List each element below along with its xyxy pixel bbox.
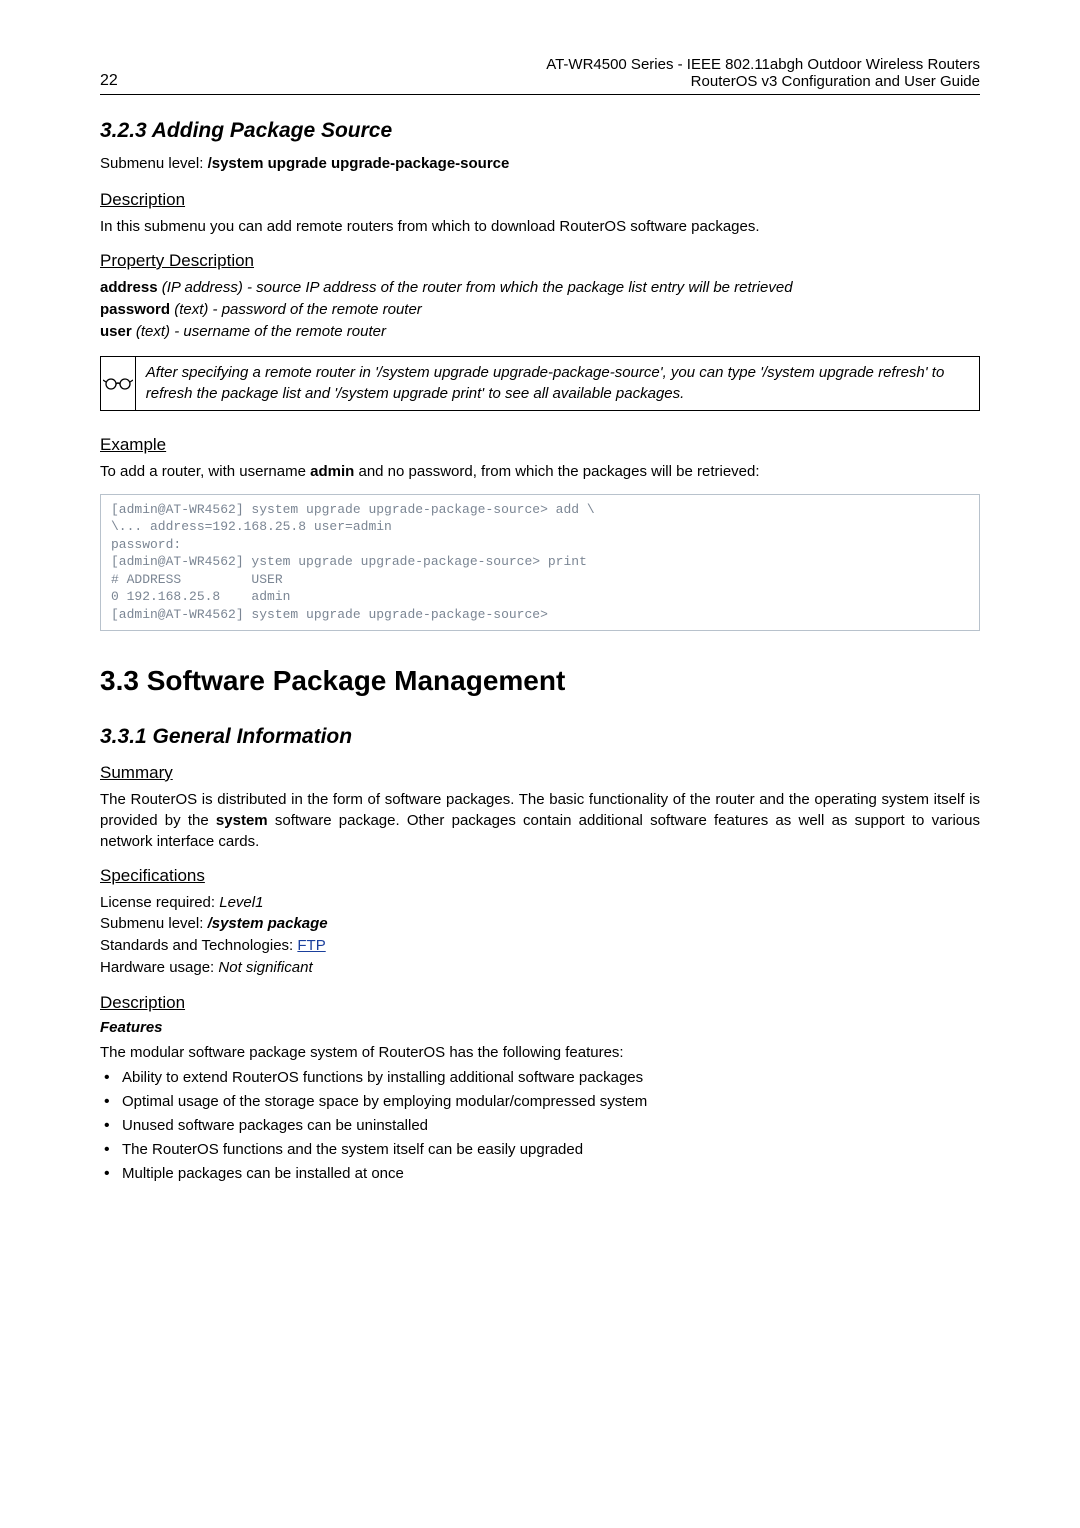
prop-user: user (text) - username of the remote rou… <box>100 321 980 343</box>
prop-user-name: user <box>100 323 132 340</box>
example-text-post: and no password, from which the packages… <box>354 463 759 480</box>
submenu-label: Submenu level: <box>100 155 208 172</box>
doc-title-1: AT-WR4500 Series - IEEE 802.11abgh Outdo… <box>546 56 980 73</box>
summary-bold: system <box>216 812 268 829</box>
page-number: 22 <box>100 72 118 90</box>
description-heading-323: Description <box>100 190 980 210</box>
spec-license: License required: Level1 <box>100 892 980 914</box>
prop-address-desc: (IP address) - source IP address of the … <box>158 279 793 296</box>
prop-address: address (IP address) - source IP address… <box>100 277 980 299</box>
example-heading: Example <box>100 435 980 455</box>
summary-text: The RouterOS is distributed in the form … <box>100 789 980 852</box>
spec-hardware-label: Hardware usage: <box>100 959 218 976</box>
spec-standards-label: Standards and Technologies: <box>100 937 297 954</box>
list-item: Multiple packages can be installed at on… <box>122 1165 980 1182</box>
glasses-icon <box>101 357 136 410</box>
spec-license-label: License required: <box>100 894 219 911</box>
ftp-link[interactable]: FTP <box>297 937 325 954</box>
summary-heading: Summary <box>100 763 980 783</box>
spec-submenu: Submenu level: /system package <box>100 913 980 935</box>
features-intro: The modular software package system of R… <box>100 1042 980 1063</box>
doc-title-2: RouterOS v3 Configuration and User Guide <box>546 73 980 90</box>
prop-password-desc: (text) - password of the remote router <box>170 301 422 318</box>
description-text-323: In this submenu you can add remote route… <box>100 216 980 237</box>
spec-license-value: Level1 <box>219 894 263 911</box>
section-heading-323: 3.2.3 Adding Package Source <box>100 119 980 143</box>
submenu-value: /system upgrade upgrade-package-source <box>208 155 510 172</box>
example-text-pre: To add a router, with username <box>100 463 310 480</box>
description-heading-331: Description <box>100 993 980 1013</box>
spec-hardware: Hardware usage: Not significant <box>100 957 980 979</box>
prop-password-name: password <box>100 301 170 318</box>
spec-submenu-value: /system package <box>208 915 328 932</box>
spec-submenu-label: Submenu level: <box>100 915 208 932</box>
code-block: [admin@AT-WR4562] system upgrade upgrade… <box>100 494 980 631</box>
list-item: Unused software packages can be uninstal… <box>122 1117 980 1134</box>
section-heading-33: 3.3 Software Package Management <box>100 665 980 697</box>
section-heading-331: 3.3.1 General Information <box>100 725 980 749</box>
list-item: Ability to extend RouterOS functions by … <box>122 1069 980 1086</box>
example-text-bold: admin <box>310 463 354 480</box>
spec-hardware-value: Not significant <box>218 959 312 976</box>
tip-text: After specifying a remote router in '/sy… <box>136 357 979 410</box>
page-header: 22 AT-WR4500 Series - IEEE 802.11abgh Ou… <box>100 56 980 95</box>
prop-user-desc: (text) - username of the remote router <box>132 323 386 340</box>
spec-standards: Standards and Technologies: FTP <box>100 935 980 957</box>
submenu-line-323: Submenu level: /system upgrade upgrade-p… <box>100 153 980 174</box>
list-item: The RouterOS functions and the system it… <box>122 1141 980 1158</box>
features-heading: Features <box>100 1019 980 1036</box>
property-desc-heading: Property Description <box>100 251 980 271</box>
header-right: AT-WR4500 Series - IEEE 802.11abgh Outdo… <box>546 56 980 90</box>
specifications-heading: Specifications <box>100 866 980 886</box>
document-page: 22 AT-WR4500 Series - IEEE 802.11abgh Ou… <box>0 0 1080 1528</box>
example-text: To add a router, with username admin and… <box>100 461 980 482</box>
features-list: Ability to extend RouterOS functions by … <box>100 1069 980 1182</box>
list-item: Optimal usage of the storage space by em… <box>122 1093 980 1110</box>
prop-address-name: address <box>100 279 158 296</box>
prop-password: password (text) - password of the remote… <box>100 299 980 321</box>
tip-box: After specifying a remote router in '/sy… <box>100 356 980 411</box>
